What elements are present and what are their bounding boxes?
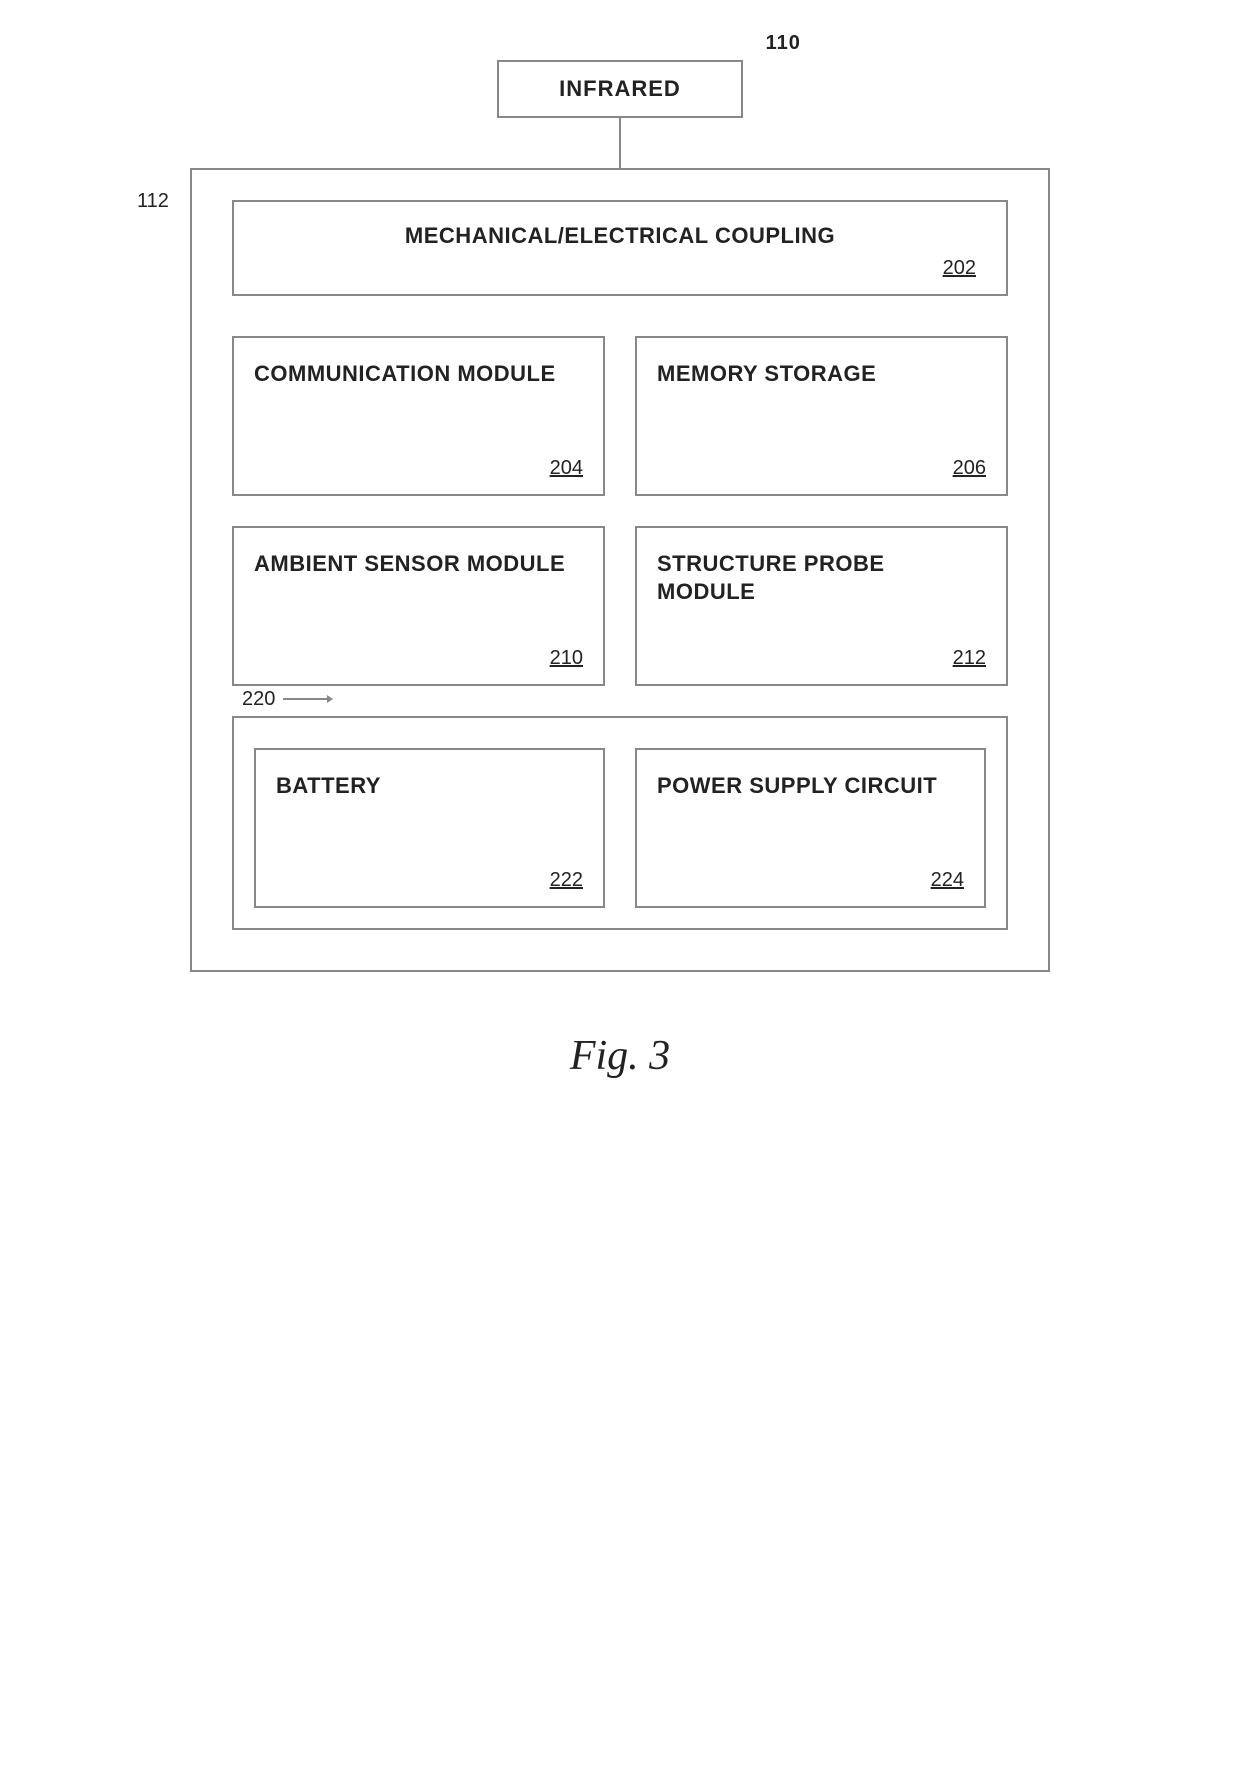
- battery-box: BATTERY 222: [254, 748, 605, 908]
- power-supply-circuit-label: POWER SUPPLY CIRCUIT: [657, 772, 964, 801]
- communication-module-ref: 204: [254, 457, 583, 480]
- main-outer-box: 112 MECHANICAL/ELECTRICAL COUPLING 202 C…: [190, 168, 1050, 972]
- communication-module-box: COMMUNICATION MODULE 204: [232, 336, 605, 496]
- memory-storage-label: MEMORY STORAGE: [657, 360, 986, 389]
- battery-label: BATTERY: [276, 772, 583, 801]
- ambient-sensor-module-ref: 210: [254, 647, 583, 670]
- power-supply-circuit-box: POWER SUPPLY CIRCUIT 224: [635, 748, 986, 908]
- mec-label: MECHANICAL/ELECTRICAL COUPLING: [405, 223, 835, 248]
- arrow-220: [283, 693, 333, 705]
- ref-112: 112: [137, 190, 169, 213]
- row1-grid: COMMUNICATION MODULE 204 MEMORY STORAGE …: [232, 336, 1008, 496]
- top-section: INFRARED 110 112 MECHANICAL/ELECTRICAL C…: [190, 60, 1050, 972]
- row2-grid: AMBIENT SENSOR MODULE 210 STRUCTURE PROB…: [232, 526, 1008, 686]
- connector-line-infrared: [619, 118, 621, 168]
- mec-ref: 202: [264, 257, 976, 280]
- power-supply-circuit-ref: 224: [657, 869, 964, 892]
- power-section-wrapper: 220 BATTERY 222 POWER SUPPLY CIRCUIT: [232, 716, 1008, 930]
- ref-110: 110: [766, 32, 801, 55]
- ambient-sensor-module-label: AMBIENT SENSOR MODULE: [254, 550, 583, 579]
- infrared-label: INFRARED: [559, 76, 681, 101]
- memory-storage-ref: 206: [657, 457, 986, 480]
- memory-storage-box: MEMORY STORAGE 206: [635, 336, 1008, 496]
- battery-ref: 222: [276, 869, 583, 892]
- page-container: INFRARED 110 112 MECHANICAL/ELECTRICAL C…: [0, 0, 1240, 1765]
- structure-probe-module-box: STRUCTURE PROBE MODULE 212: [635, 526, 1008, 686]
- figure-label: Fig. 3: [570, 1032, 670, 1080]
- ambient-sensor-module-box: AMBIENT SENSOR MODULE 210: [232, 526, 605, 686]
- infrared-box: INFRARED 110: [497, 60, 743, 118]
- power-row-grid: BATTERY 222 POWER SUPPLY CIRCUIT 224: [254, 748, 986, 908]
- ref-220-label: 220: [242, 688, 275, 711]
- power-outer-box: BATTERY 222 POWER SUPPLY CIRCUIT 224: [232, 716, 1008, 930]
- communication-module-label: COMMUNICATION MODULE: [254, 360, 583, 389]
- mec-box: MECHANICAL/ELECTRICAL COUPLING 202: [232, 200, 1008, 296]
- structure-probe-module-ref: 212: [657, 647, 986, 670]
- structure-probe-module-label: STRUCTURE PROBE MODULE: [657, 550, 986, 607]
